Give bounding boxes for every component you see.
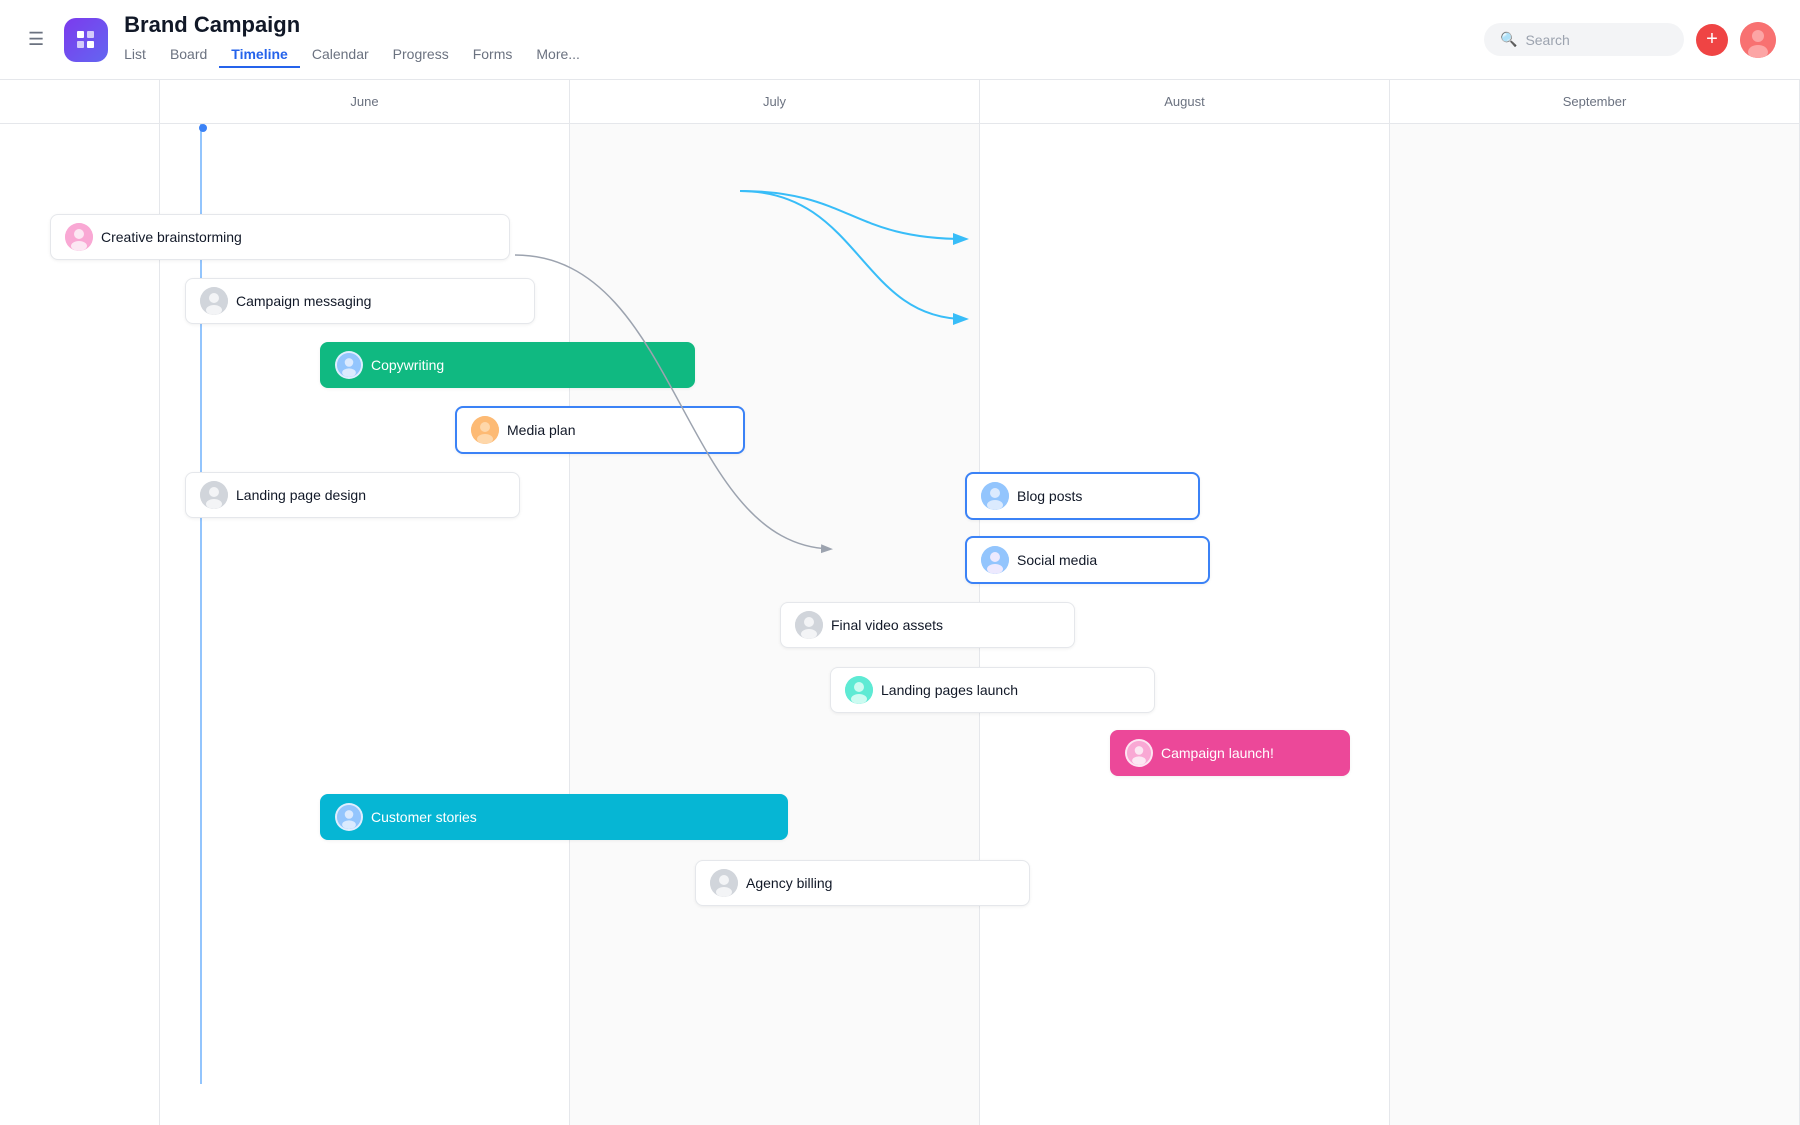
timeline-container: June July August September [0,80,1800,1125]
task-avatar [981,546,1009,574]
month-spacer [0,80,160,123]
task-avatar [471,416,499,444]
task-avatar [335,351,363,379]
task-avatar [981,482,1009,510]
task-agency-billing[interactable]: Agency billing [695,860,1030,906]
task-label: Campaign messaging [236,293,371,309]
nav-tabs: List Board Timeline Calendar Progress Fo… [124,42,1468,68]
task-avatar [795,611,823,639]
page-title: Brand Campaign [124,12,1468,38]
task-avatar [1125,739,1153,767]
task-label: Blog posts [1017,488,1082,504]
task-avatar [200,481,228,509]
task-label: Customer stories [371,809,477,825]
hamburger-menu-button[interactable]: ☰ [24,25,48,54]
month-headers: June July August September [0,80,1800,124]
task-label: Copywriting [371,357,444,373]
tab-calendar[interactable]: Calendar [300,42,381,68]
header: ☰ Brand Campaign List Board Timeline Cal… [0,0,1800,80]
month-september: September [1390,80,1800,123]
search-label: Search [1525,32,1569,48]
header-right: 🔍 Search + [1484,22,1776,58]
current-date-line [200,124,202,1084]
tab-board[interactable]: Board [158,42,219,68]
add-button[interactable]: + [1696,24,1728,56]
task-avatar [845,676,873,704]
grid-col-june [160,124,570,1125]
task-social-media[interactable]: Social media [965,536,1210,584]
task-avatar [65,223,93,251]
grid-spacer [0,124,160,1125]
task-landing-page-design[interactable]: Landing page design [185,472,520,518]
task-label: Landing page design [236,487,366,503]
task-campaign-messaging[interactable]: Campaign messaging [185,278,535,324]
task-label: Agency billing [746,875,832,891]
header-title-area: Brand Campaign List Board Timeline Calen… [124,12,1468,68]
task-final-video-assets[interactable]: Final video assets [780,602,1075,648]
user-avatar[interactable] [1740,22,1776,58]
app-icon [64,18,108,62]
task-campaign-launch[interactable]: Campaign launch! [1110,730,1350,776]
task-label: Landing pages launch [881,682,1018,698]
task-blog-posts[interactable]: Blog posts [965,472,1200,520]
search-box[interactable]: 🔍 Search [1484,23,1684,56]
task-media-plan[interactable]: Media plan [455,406,745,454]
task-label: Media plan [507,422,576,438]
search-icon: 🔍 [1500,31,1517,48]
task-label: Creative brainstorming [101,229,242,245]
task-avatar [200,287,228,315]
task-customer-stories[interactable]: Customer stories [320,794,788,840]
task-copywriting[interactable]: Copywriting [320,342,695,388]
grid-col-september [1390,124,1800,1125]
tab-list[interactable]: List [124,42,158,68]
tab-timeline[interactable]: Timeline [219,42,300,68]
task-label: Campaign launch! [1161,745,1274,761]
tab-progress[interactable]: Progress [381,42,461,68]
month-july: July [570,80,980,123]
tab-forms[interactable]: Forms [461,42,525,68]
task-label: Final video assets [831,617,943,633]
task-creative-brainstorming[interactable]: Creative brainstorming [50,214,510,260]
task-label: Social media [1017,552,1097,568]
task-avatar [335,803,363,831]
current-date-dot [199,124,207,132]
task-avatar [710,869,738,897]
month-june: June [160,80,570,123]
task-landing-pages-launch[interactable]: Landing pages launch [830,667,1155,713]
tab-more[interactable]: More... [524,42,592,68]
month-august: August [980,80,1390,123]
